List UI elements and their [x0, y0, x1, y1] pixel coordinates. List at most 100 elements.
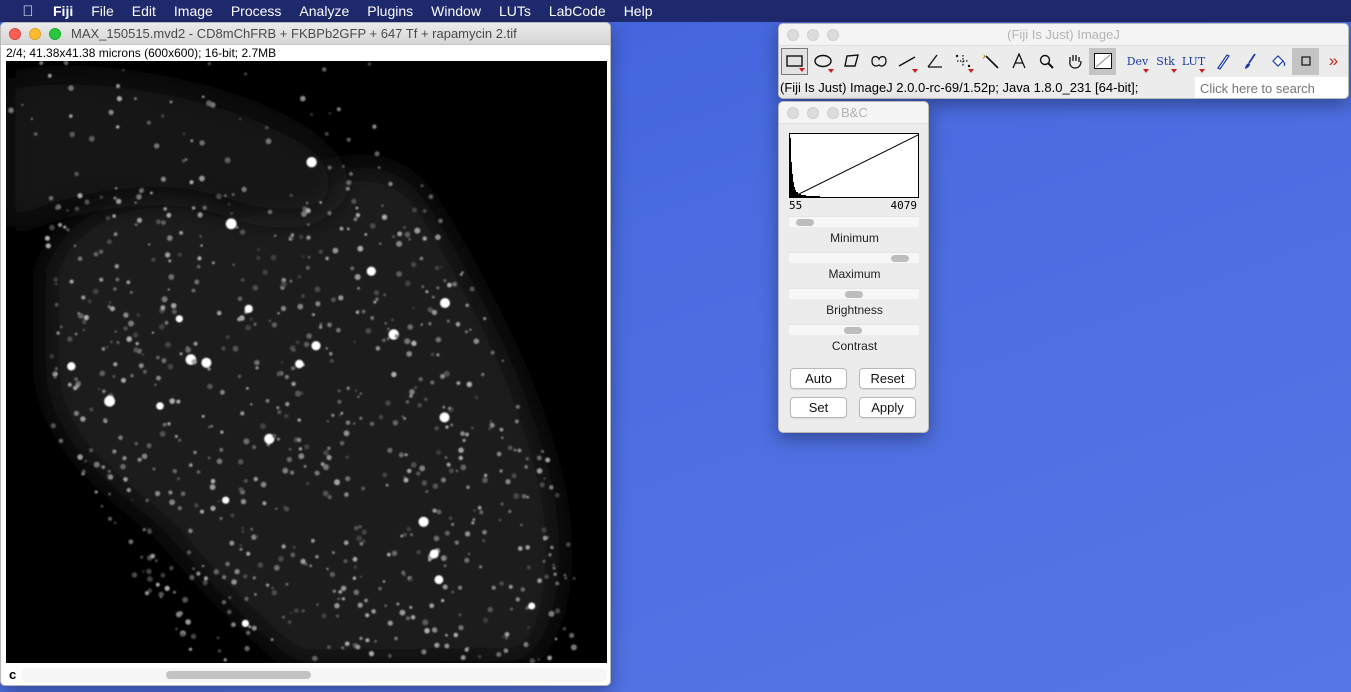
menu-help[interactable]: Help	[624, 3, 653, 19]
dropper-icon	[1093, 53, 1112, 69]
vesicle-spot	[289, 279, 293, 283]
contrast-slider-thumb[interactable]	[843, 327, 862, 334]
vesicle-spot	[87, 299, 92, 304]
image-canvas[interactable]	[6, 61, 607, 663]
close-button[interactable]	[787, 28, 799, 41]
vesicle-spot	[382, 580, 386, 583]
stack-scrollbar-thumb[interactable]	[166, 671, 311, 679]
set-button[interactable]: Set	[790, 397, 847, 418]
magnifier-tool[interactable]	[1033, 47, 1060, 75]
angle-tool[interactable]	[921, 47, 948, 75]
vesicle-spot	[219, 517, 223, 520]
menu-process[interactable]: Process	[231, 3, 282, 19]
more-tools-button[interactable]: »	[1320, 47, 1347, 75]
text-tool[interactable]	[1005, 47, 1032, 75]
stk-tool[interactable]: Stk	[1152, 47, 1179, 75]
hand-tool[interactable]	[1061, 47, 1088, 75]
vesicle-spot	[145, 498, 149, 503]
oval-tool[interactable]	[809, 47, 836, 75]
lut-tool[interactable]: LUT	[1180, 47, 1207, 75]
vesicle-spot	[262, 269, 268, 275]
vesicle-spot	[570, 644, 577, 651]
menu-bar:  Fiji File Edit Image Process Analyze P…	[0, 0, 1351, 22]
menu-window[interactable]: Window	[431, 3, 481, 19]
vesicle-spot	[77, 256, 83, 261]
apple-icon[interactable]: 	[19, 3, 37, 20]
imagej-titlebar[interactable]: (Fiji Is Just) ImageJ	[779, 24, 1348, 46]
minimum-slider[interactable]	[789, 216, 919, 227]
minimize-button[interactable]	[807, 106, 819, 119]
vesicle-spot	[466, 647, 469, 650]
image-window-titlebar[interactable]: MAX_150515.mvd2 - CD8mChFRB + FKBPb2GFP …	[1, 23, 610, 45]
menu-edit[interactable]: Edit	[132, 3, 156, 19]
minimize-button[interactable]	[807, 28, 819, 41]
stack-scrollbar[interactable]	[21, 668, 607, 682]
vesicle-spot	[53, 371, 56, 375]
vesicle-spot	[83, 314, 89, 321]
apply-button[interactable]: Apply	[859, 397, 916, 418]
vesicle-spot	[414, 227, 421, 234]
zoom-button[interactable]	[827, 106, 839, 119]
bc-titlebar[interactable]: B&C	[779, 102, 928, 124]
close-button[interactable]	[9, 27, 21, 40]
vesicle-spot	[92, 288, 99, 295]
wand-tool[interactable]	[977, 47, 1004, 75]
maximum-slider-thumb[interactable]	[891, 255, 910, 262]
vesicle-spot	[102, 389, 106, 394]
vesicle-spot	[93, 251, 99, 257]
zoom-button[interactable]	[827, 28, 839, 41]
maximum-slider[interactable]	[789, 252, 919, 263]
minimum-slider-thumb[interactable]	[796, 219, 815, 226]
microscopy-image[interactable]	[6, 61, 607, 663]
flood-fill-tool[interactable]	[1264, 47, 1291, 75]
vesicle-spot	[240, 498, 247, 505]
reset-button[interactable]: Reset	[859, 368, 916, 389]
pencil-tool[interactable]	[1208, 47, 1235, 75]
brush-tool[interactable]	[1236, 47, 1263, 75]
dev-tool[interactable]: Dev	[1124, 47, 1151, 75]
overlay-tool[interactable]	[1292, 47, 1319, 75]
point-tool[interactable]	[949, 47, 976, 75]
vesicle-spot	[298, 447, 302, 451]
color-picker-tool[interactable]	[1089, 47, 1116, 75]
menu-plugins[interactable]: Plugins	[367, 3, 413, 19]
vesicle-spot	[112, 214, 116, 218]
vesicle-spot	[327, 494, 332, 500]
imagej-window: (Fiji Is Just) ImageJ Dev Stk LUT » (Fij…	[778, 23, 1349, 99]
vesicle-spot	[44, 235, 50, 241]
rectangle-tool[interactable]	[781, 47, 808, 75]
freehand-tool[interactable]	[865, 47, 892, 75]
vesicle-spot	[77, 454, 83, 460]
vesicle-spot	[63, 225, 67, 229]
vesicle-spot	[199, 140, 205, 146]
histogram-plot	[790, 134, 918, 197]
menu-image[interactable]: Image	[174, 3, 213, 19]
menu-labcode[interactable]: LabCode	[549, 3, 606, 19]
close-button[interactable]	[787, 106, 799, 119]
vesicle-spot	[244, 479, 248, 483]
contrast-slider[interactable]	[789, 324, 919, 335]
polygon-tool[interactable]	[837, 47, 864, 75]
menu-fiji[interactable]: Fiji	[53, 3, 73, 19]
vesicle-spot	[99, 370, 106, 377]
search-input[interactable]	[1195, 77, 1348, 98]
menu-file[interactable]: File	[91, 3, 114, 19]
minimize-button[interactable]	[29, 27, 41, 40]
vesicle-spot	[508, 509, 512, 514]
vesicle-spot	[291, 381, 296, 387]
histogram-min: 55	[789, 199, 803, 212]
vesicle-spot	[419, 256, 424, 261]
menu-analyze[interactable]: Analyze	[299, 3, 349, 19]
vesicle-spot	[277, 312, 280, 315]
vesicle-spot	[357, 395, 360, 398]
vesicle-spot	[454, 540, 459, 545]
menu-luts[interactable]: LUTs	[499, 3, 531, 19]
vesicle-spot	[209, 484, 216, 490]
brightness-slider[interactable]	[789, 288, 919, 299]
zoom-button[interactable]	[49, 27, 61, 40]
line-tool[interactable]	[893, 47, 920, 75]
vesicle-spot	[327, 446, 331, 450]
vesicle-spot	[231, 622, 236, 628]
auto-button[interactable]: Auto	[790, 368, 847, 389]
brightness-slider-thumb[interactable]	[845, 291, 863, 298]
